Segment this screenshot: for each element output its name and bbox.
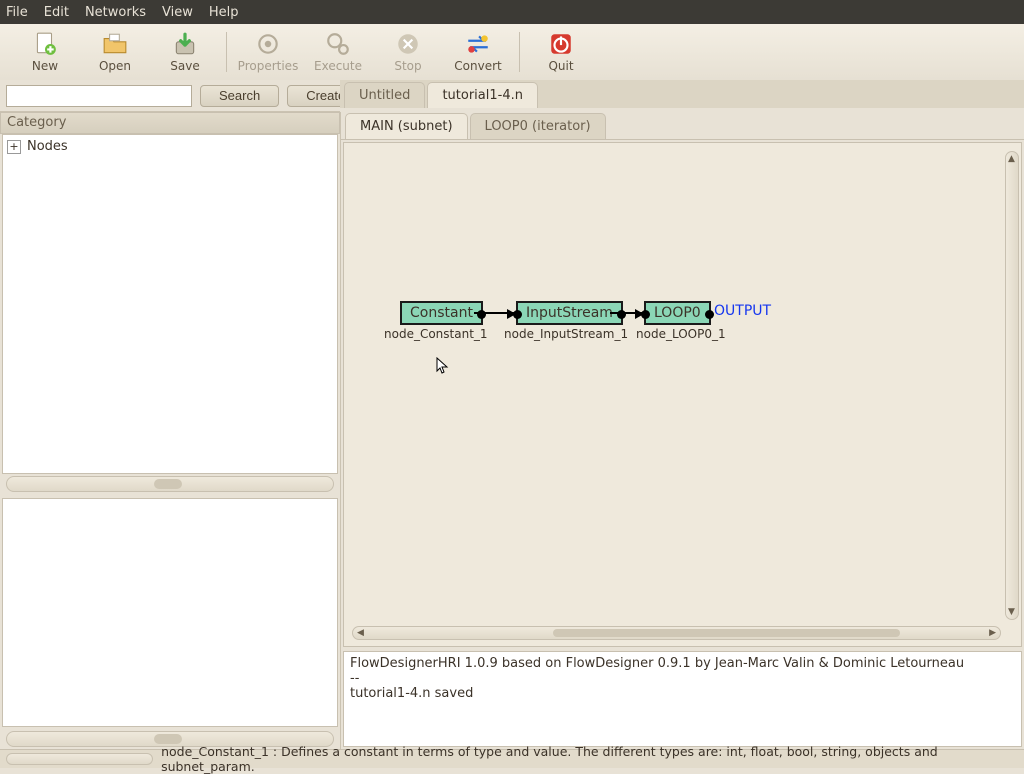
execute-button[interactable]: Execute xyxy=(303,31,373,73)
new-file-icon xyxy=(32,31,58,57)
node-id: node_LOOP0_1 xyxy=(636,327,726,341)
node-id: node_Constant_1 xyxy=(384,327,488,341)
node-tree[interactable]: + Nodes xyxy=(2,134,338,474)
search-button[interactable]: Search xyxy=(200,85,279,107)
port-out[interactable] xyxy=(705,310,714,319)
node-id: node_InputStream_1 xyxy=(504,327,628,341)
menu-view[interactable]: View xyxy=(162,5,193,20)
tab-main-subnet[interactable]: MAIN (subnet) xyxy=(345,113,468,139)
log-panel: FlowDesignerHRI 1.0.9 based on FlowDesig… xyxy=(343,651,1022,747)
category-header: Category xyxy=(0,112,340,134)
tree-item-label: Nodes xyxy=(27,139,68,154)
search-input[interactable] xyxy=(6,85,192,107)
open-folder-icon xyxy=(102,31,128,57)
menu-help[interactable]: Help xyxy=(209,5,239,20)
edge xyxy=(610,312,642,314)
quit-button[interactable]: Quit xyxy=(526,31,596,73)
stop-button[interactable]: Stop xyxy=(373,31,443,73)
power-icon xyxy=(548,31,574,57)
save-icon xyxy=(172,31,198,57)
statusbar-grip xyxy=(6,753,153,765)
node-label: LOOP0 xyxy=(654,305,701,321)
convert-icon xyxy=(465,31,491,57)
gear-icon xyxy=(255,31,281,57)
open-button[interactable]: Open xyxy=(80,31,150,73)
search-bar: Search Create xyxy=(0,80,340,112)
node-constant[interactable]: Constant xyxy=(400,301,483,325)
new-button[interactable]: New xyxy=(10,31,80,73)
edge xyxy=(474,312,514,314)
statusbar: node_Constant_1 : Defines a constant in … xyxy=(0,749,1024,768)
tree-item-nodes[interactable]: + Nodes xyxy=(7,139,333,154)
node-label: Constant xyxy=(410,305,473,321)
tab-untitled[interactable]: Untitled xyxy=(344,82,425,108)
log-line: FlowDesignerHRI 1.0.9 based on FlowDesig… xyxy=(350,656,1015,671)
node-loop0[interactable]: LOOP0 xyxy=(644,301,711,325)
gears-icon xyxy=(325,31,351,57)
port-in[interactable] xyxy=(513,310,522,319)
menubar: File Edit Networks View Help xyxy=(0,0,1024,24)
tab-loop0-iterator[interactable]: LOOP0 (iterator) xyxy=(470,113,606,139)
menu-edit[interactable]: Edit xyxy=(44,5,69,20)
document-tabs: Untitled tutorial1-4.n xyxy=(340,80,1024,108)
expand-icon[interactable]: + xyxy=(7,140,21,154)
toolbar: New Open Save Properties Execute Stop Co… xyxy=(0,24,1024,80)
menu-file[interactable]: File xyxy=(6,5,28,20)
properties-button[interactable]: Properties xyxy=(233,31,303,73)
subnet-tabs: MAIN (subnet) LOOP0 (iterator) xyxy=(341,112,1024,140)
sidebar: Category + Nodes xyxy=(0,112,340,749)
canvas-hscrollbar[interactable]: ◀▶ xyxy=(352,626,1001,640)
save-button[interactable]: Save xyxy=(150,31,220,73)
log-line: -- xyxy=(350,671,1015,686)
node-label: InputStream xyxy=(526,305,613,321)
menu-networks[interactable]: Networks xyxy=(85,5,146,20)
tree-scrollbar[interactable] xyxy=(6,476,334,492)
preview-panel xyxy=(2,498,338,727)
tab-tutorial[interactable]: tutorial1-4.n xyxy=(427,82,538,108)
port-in[interactable] xyxy=(641,310,650,319)
cursor-icon xyxy=(436,357,450,375)
toolbar-separator xyxy=(519,32,520,72)
status-text: node_Constant_1 : Defines a constant in … xyxy=(161,744,1018,774)
log-line: tutorial1-4.n saved xyxy=(350,686,1015,701)
toolbar-separator xyxy=(226,32,227,72)
stop-icon xyxy=(395,31,421,57)
output-label: OUTPUT xyxy=(714,303,771,319)
graph-canvas[interactable]: Constant node_Constant_1 InputStream nod… xyxy=(343,142,1022,647)
convert-button[interactable]: Convert xyxy=(443,31,513,73)
canvas-vscrollbar[interactable]: ▲▼ xyxy=(1005,151,1019,620)
node-inputstream[interactable]: InputStream xyxy=(516,301,623,325)
